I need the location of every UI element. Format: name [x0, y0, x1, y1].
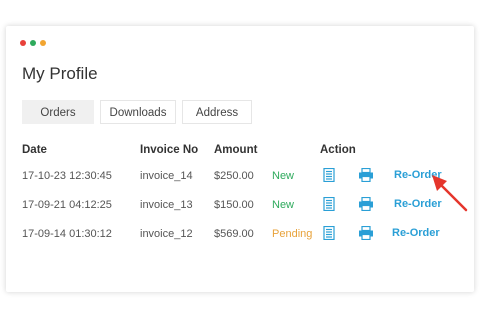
- row-date: 17-09-21 04:12:25: [22, 199, 112, 211]
- reorder-link[interactable]: Re-Order: [392, 227, 440, 239]
- profile-tabs: Orders Downloads Address: [22, 100, 252, 124]
- profile-card: My Profile Orders Downloads Address Date…: [6, 26, 474, 292]
- header-date: Date: [22, 144, 47, 156]
- row-invoice: invoice_13: [140, 199, 193, 211]
- window-controls: [20, 40, 46, 46]
- header-amount: Amount: [214, 144, 258, 156]
- header-action: Action: [320, 144, 356, 156]
- printer-icon[interactable]: [358, 197, 374, 211]
- document-list-icon[interactable]: [322, 168, 336, 182]
- tab-downloads[interactable]: Downloads: [100, 100, 176, 124]
- document-list-icon[interactable]: [322, 226, 336, 240]
- row-invoice: invoice_12: [140, 228, 193, 240]
- row-status: New: [272, 199, 295, 211]
- tab-orders[interactable]: Orders: [22, 100, 94, 124]
- printer-icon[interactable]: [358, 168, 374, 182]
- row-date: 17-09-14 01:30:12: [22, 228, 112, 240]
- maximize-dot[interactable]: [30, 40, 36, 46]
- header-invoice: Invoice No: [140, 144, 199, 156]
- printer-icon[interactable]: [358, 226, 374, 240]
- minimize-dot[interactable]: [40, 40, 46, 46]
- row-amount: $250.00: [214, 170, 254, 182]
- row-invoice: invoice_14: [140, 170, 193, 182]
- reorder-link[interactable]: Re-Order: [394, 169, 442, 181]
- close-dot[interactable]: [20, 40, 26, 46]
- row-date: 17-10-23 12:30:45: [22, 170, 112, 182]
- row-amount: $150.00: [214, 199, 254, 211]
- tab-address[interactable]: Address: [182, 100, 252, 124]
- row-amount: $569.00: [214, 228, 254, 240]
- reorder-link[interactable]: Re-Order: [394, 198, 442, 210]
- row-status: Pending: [272, 228, 313, 240]
- row-status: New: [272, 170, 295, 182]
- document-list-icon[interactable]: [322, 197, 336, 211]
- page-title: My Profile: [22, 64, 98, 83]
